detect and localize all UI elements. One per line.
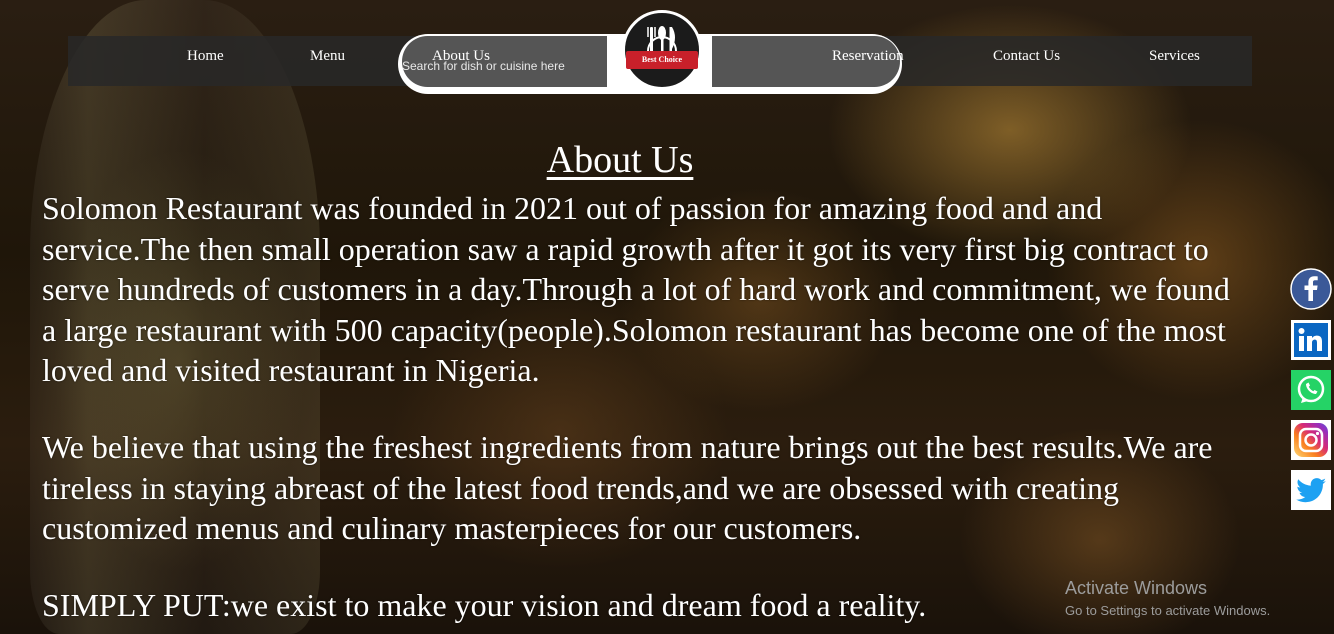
whatsapp-button[interactable] xyxy=(1290,369,1332,411)
restaurant-logo[interactable] xyxy=(622,10,702,90)
nav-about-us[interactable]: About Us xyxy=(432,48,490,65)
page-title: About Us xyxy=(546,139,694,181)
instagram-icon xyxy=(1291,420,1331,460)
whatsapp-icon xyxy=(1291,370,1331,410)
twitter-button[interactable] xyxy=(1290,469,1332,511)
instagram-button[interactable] xyxy=(1290,419,1332,461)
about-paragraph-3: SIMPLY PUT:we exist to make your vision … xyxy=(42,587,927,623)
twitter-icon xyxy=(1291,470,1331,510)
cutlery-icon xyxy=(647,26,677,66)
logo-ribbon: Best Choice xyxy=(626,51,698,69)
linkedin-button[interactable] xyxy=(1290,319,1332,361)
activate-windows-title: Activate Windows xyxy=(1065,578,1208,598)
linkedin-icon xyxy=(1291,320,1331,360)
activate-windows-subtitle: Go to Settings to activate Windows. xyxy=(1065,603,1271,618)
nav-home[interactable]: Home xyxy=(187,48,224,65)
about-paragraph-1: Solomon Restaurant was founded in 2021 o… xyxy=(42,190,1230,388)
nav-reservation[interactable]: Reservation xyxy=(832,48,904,65)
about-paragraph-2: We believe that using the freshest ingre… xyxy=(42,429,1213,546)
nav-services[interactable]: Services xyxy=(1149,48,1200,65)
nav-contact-us[interactable]: Contact Us xyxy=(993,48,1060,65)
facebook-button[interactable] xyxy=(1290,268,1332,310)
nav-menu[interactable]: Menu xyxy=(310,48,345,65)
facebook-icon xyxy=(1290,268,1332,310)
